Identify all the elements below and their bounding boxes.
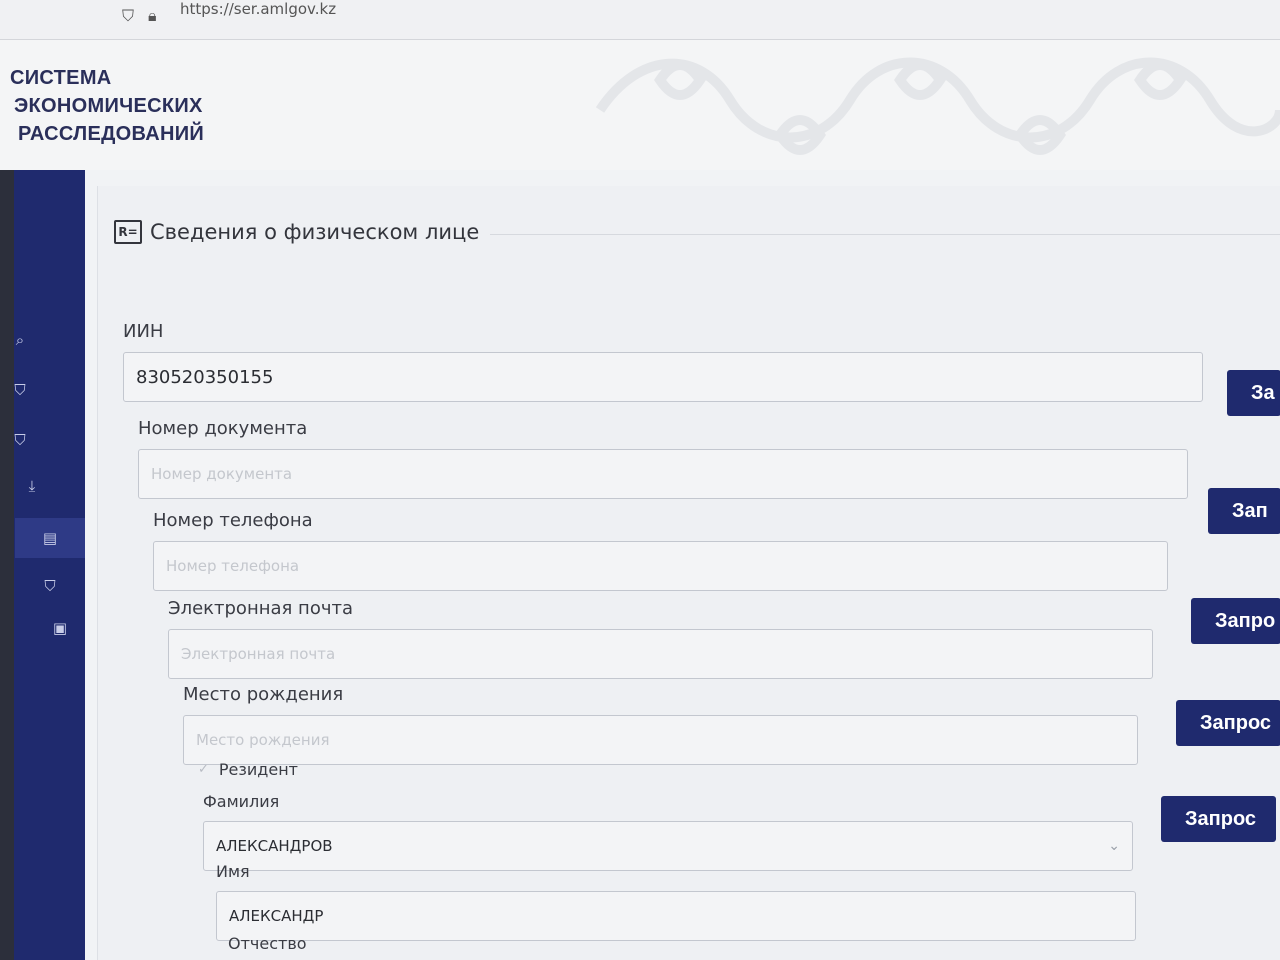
surname-label: Фамилия	[203, 792, 280, 811]
name-field-group: Имя АЛЕКСАНДР	[216, 862, 1136, 941]
browser-toolbar: ⛉ 🔒︎ https://ser.amlgov.kz	[0, 0, 1280, 40]
request-button-iin[interactable]: За	[1227, 370, 1280, 416]
resident-checkbox[interactable]: ✓ Резидент	[198, 760, 298, 779]
birthplace-field-group: Место рождения Место рождения	[183, 684, 1138, 765]
divider	[490, 234, 1280, 235]
brand-line: СИСТЕМА	[10, 67, 112, 89]
lock-icon[interactable]: 🔒︎	[148, 6, 157, 26]
main-content: R= Сведения о физическом лице ИИН 830520…	[85, 170, 1280, 960]
person-info-card: R= Сведения о физическом лице ИИН 830520…	[97, 186, 1280, 960]
patronymic-field-group: Отчество	[228, 934, 1138, 960]
document-number-label: Номер документа	[138, 418, 308, 439]
shield-icon[interactable]: ⛉	[0, 420, 40, 460]
shield-icon[interactable]: ⛉	[122, 6, 134, 26]
phone-field-group: Номер телефона Номер телефона	[153, 510, 1168, 591]
app-header: СИСТЕМА ЭКОНОМИЧЕСКИХ РАССЛЕДОВАНИЙ	[0, 40, 1280, 170]
id-card-icon: R=	[114, 220, 142, 244]
iin-field-group: ИИН 830520350155	[123, 321, 1203, 402]
shield-icon[interactable]: ⛉	[30, 566, 70, 606]
search-icon[interactable]: ⌕	[0, 320, 40, 360]
phone-input[interactable]: Номер телефона	[153, 541, 1168, 591]
document-number-field-group: Номер документа Номер документа	[138, 418, 1188, 499]
section-header: R= Сведения о физическом лице	[114, 220, 479, 244]
chevron-down-icon: ⌄	[1108, 838, 1120, 854]
email-label: Электронная почта	[168, 598, 353, 619]
shield-icon[interactable]: ⛉	[0, 370, 40, 410]
checkmark-icon: ✓	[198, 762, 209, 777]
brand-line: РАССЛЕДОВАНИЙ	[18, 123, 205, 145]
address-bar[interactable]: https://ser.amlgov.kz	[180, 0, 336, 18]
request-button-phone[interactable]: Запро	[1191, 598, 1280, 644]
resident-label: Резидент	[218, 760, 298, 779]
ornament-pattern	[595, 57, 1280, 155]
download-icon[interactable]: ⤓	[12, 466, 52, 506]
phone-label: Номер телефона	[153, 510, 313, 531]
request-button-email[interactable]: Запрос	[1176, 700, 1280, 746]
sidebar: ⌕ ⛉ ⛉ ⤓ ▤ ⛉ ▣	[0, 170, 85, 960]
document-icon[interactable]: ▤	[15, 518, 85, 558]
brand-logo-text: СИСТЕМА ЭКОНОМИЧЕСКИХ РАССЛЕДОВАНИЙ	[10, 64, 204, 148]
document-number-input[interactable]: Номер документа	[138, 449, 1188, 499]
screen-bezel	[0, 170, 14, 960]
surname-field-group: Фамилия АЛЕКСАНДРОВ ⌄	[203, 792, 1133, 871]
iin-input[interactable]: 830520350155	[123, 352, 1203, 402]
patronymic-label: Отчество	[228, 934, 307, 953]
birthplace-input[interactable]: Место рождения	[183, 715, 1138, 765]
email-field-group: Электронная почта Электронная почта	[168, 598, 1153, 679]
request-button-birthplace[interactable]: Запрос	[1161, 796, 1276, 842]
browser-security-indicators: ⛉ 🔒︎	[122, 6, 172, 26]
iin-label: ИИН	[123, 321, 164, 342]
section-title: Сведения о физическом лице	[150, 220, 480, 244]
birthplace-label: Место рождения	[183, 684, 344, 705]
folder-icon[interactable]: ▣	[40, 608, 80, 648]
name-label: Имя	[216, 862, 250, 881]
email-input[interactable]: Электронная почта	[168, 629, 1153, 679]
surname-value: АЛЕКСАНДРОВ	[216, 837, 333, 855]
brand-line: ЭКОНОМИЧЕСКИХ	[14, 95, 203, 117]
request-button-document[interactable]: Зап	[1208, 488, 1280, 534]
